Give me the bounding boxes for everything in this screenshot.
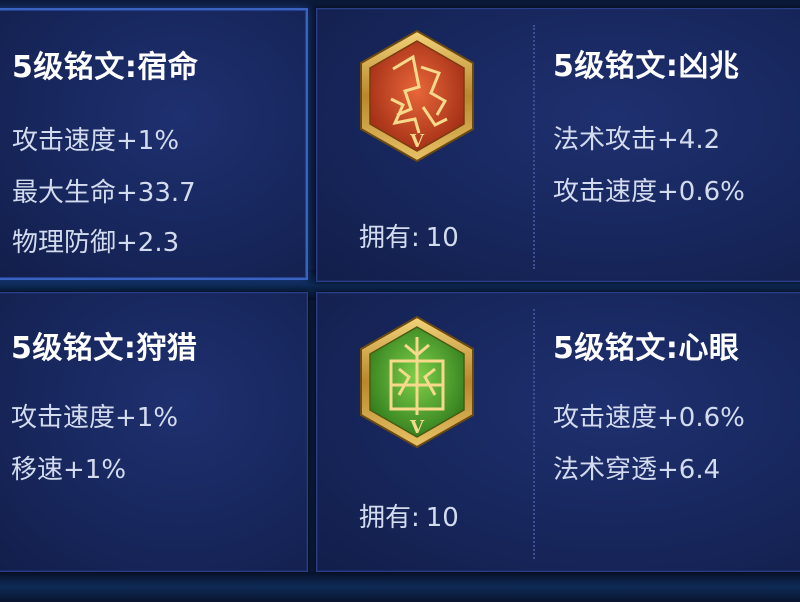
rune-title: 5级铭文:宿命 — [12, 50, 199, 85]
owned-label: 拥有: — [359, 503, 420, 533]
owned-value: 10 — [425, 503, 459, 533]
owned-label: 拥有: — [359, 223, 420, 253]
rune-stat: 法术攻击+4.2 — [553, 125, 721, 155]
rune-stat: 攻击速度+1% — [12, 126, 180, 156]
bottom-separator — [0, 572, 800, 602]
owned-value: 10 — [425, 223, 459, 253]
rune-title: 5级铭文:狩猎 — [11, 331, 198, 366]
rune-card-shoulie[interactable]: 5级铭文:狩猎 攻击速度+1% 移速+1% — [0, 292, 308, 572]
red-hexagon-rune-icon: V — [360, 29, 474, 163]
card-divider — [533, 25, 535, 269]
svg-text:V: V — [409, 131, 425, 152]
rune-stat: 法术穿透+6.4 — [553, 455, 721, 485]
rune-card-xiongzhao[interactable]: V 5级铭文:凶兆 法术攻击+4.2 攻击速度+0.6% 拥有: 10 — [316, 8, 800, 282]
rune-stat: 攻击速度+0.6% — [553, 403, 745, 433]
rune-stat: 最大生命+33.7 — [12, 178, 196, 208]
card-divider — [533, 309, 535, 559]
rune-stat: 攻击速度+0.6% — [553, 177, 745, 207]
rune-title: 5级铭文:凶兆 — [553, 49, 740, 84]
rune-title: 5级铭文:心眼 — [553, 331, 740, 366]
svg-text:V: V — [409, 417, 425, 438]
rune-stat: 物理防御+2.3 — [12, 228, 180, 258]
rune-stat: 移速+1% — [11, 455, 127, 485]
green-hexagon-rune-icon: V — [360, 315, 474, 449]
rune-stat: 攻击速度+1% — [11, 403, 179, 433]
rune-card-xinyan[interactable]: V 5级铭文:心眼 攻击速度+0.6% 法术穿透+6.4 拥有: 10 — [316, 292, 800, 572]
rune-card-suming[interactable]: 5级铭文:宿命 攻击速度+1% 最大生命+33.7 物理防御+2.3 — [0, 8, 308, 280]
owned-count: 拥有: 10 — [359, 497, 459, 534]
owned-count: 拥有: 10 — [359, 217, 459, 254]
